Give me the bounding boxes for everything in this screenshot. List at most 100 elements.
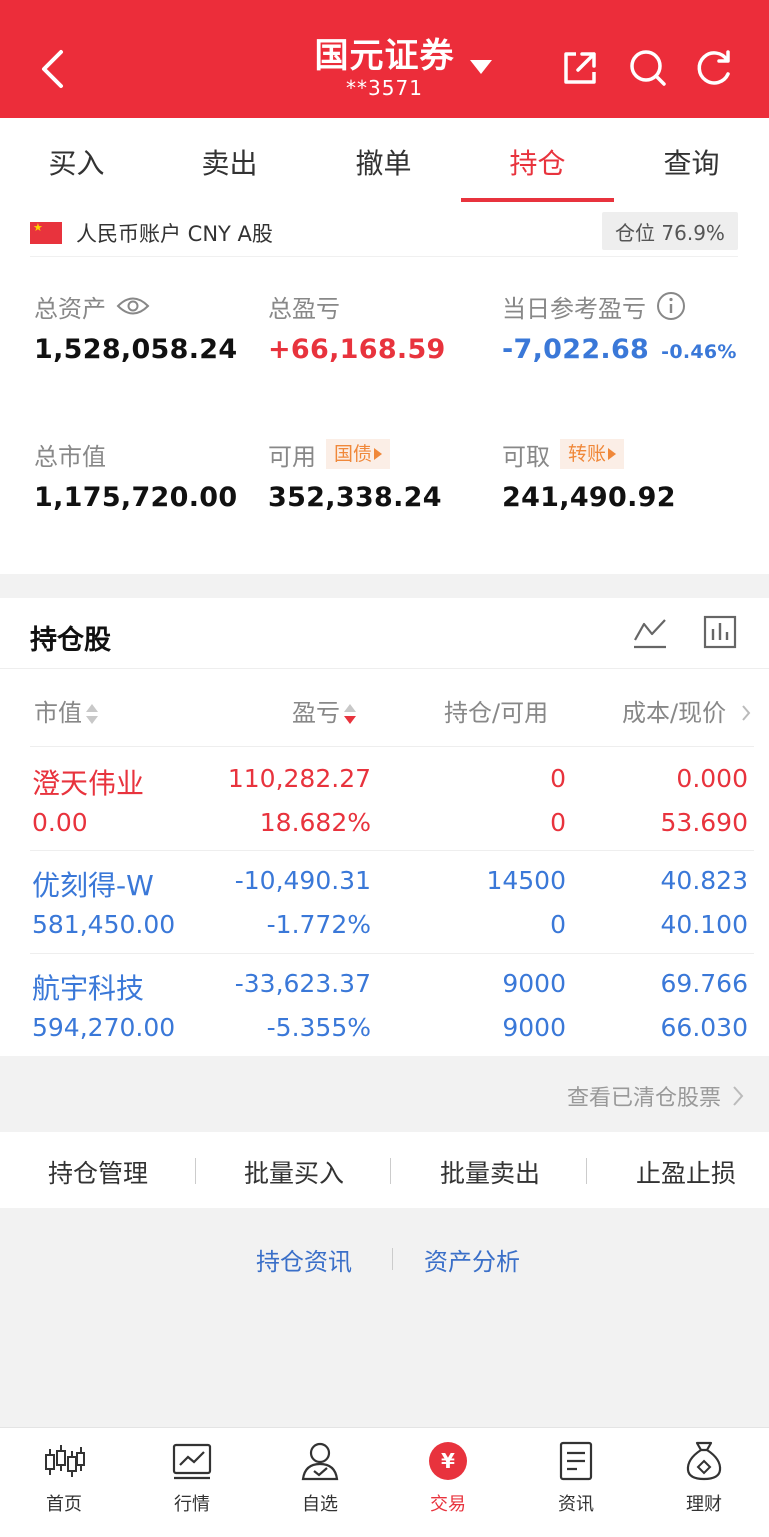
tab-buy[interactable]: 买入: [0, 142, 153, 182]
stock-available: 0: [550, 910, 566, 939]
tabbar-news[interactable]: 资讯: [528, 1438, 624, 1516]
tabbar-market-label: 行情: [174, 1494, 210, 1515]
view-cleared-stocks-link[interactable]: 查看已清仓股票: [567, 1080, 745, 1112]
total-pnl-value: +66,168.59: [268, 334, 446, 365]
take-profit-stop-loss-button[interactable]: 止盈止损: [590, 1154, 769, 1190]
search-icon[interactable]: [628, 48, 668, 88]
stock-price: 53.690: [660, 808, 748, 837]
line-chart-icon[interactable]: [632, 614, 668, 650]
candlestick-icon: [45, 1445, 85, 1477]
tab-positions[interactable]: 持仓: [461, 142, 614, 182]
divider: [392, 1248, 393, 1270]
col-pnl-label: 盈亏: [292, 699, 340, 727]
tabbar-trade[interactable]: ¥ 交易: [400, 1438, 496, 1516]
money-bag-icon: [686, 1441, 722, 1481]
stock-name: 航宇科技: [32, 972, 145, 1005]
stock-pnl-pct: -5.355%: [266, 1013, 371, 1042]
market-value-label: 总市值: [34, 442, 106, 471]
holding-news-link[interactable]: 持仓资讯: [256, 1242, 352, 1277]
transfer-button[interactable]: 转账: [560, 439, 625, 469]
tabbar-watchlist-label: 自选: [302, 1494, 338, 1515]
today-pnl-value: -7,022.68: [502, 334, 650, 365]
divider: [30, 953, 754, 954]
stock-market-value: 0.00: [32, 808, 88, 837]
available-value: 352,338.24: [268, 482, 442, 513]
user-icon: [301, 1442, 339, 1481]
app-header: 国元证券 **3571: [0, 0, 769, 118]
col-position[interactable]: 持仓/可用: [444, 693, 548, 728]
stock-cost: 0.000: [676, 764, 748, 793]
col-cost-price-label: 成本/现价: [622, 699, 727, 727]
col-market-value[interactable]: 市值: [34, 693, 98, 728]
stock-pnl: -33,623.37: [234, 969, 371, 998]
info-icon[interactable]: [656, 291, 686, 321]
stock-cost: 40.823: [660, 866, 748, 895]
market-value-value: 1,175,720.00: [34, 482, 238, 513]
manage-positions-button[interactable]: 持仓管理: [2, 1154, 194, 1190]
stock-price: 40.100: [660, 910, 748, 939]
account-label: 人民币账户 CNY A股: [76, 222, 273, 246]
stock-position: 14500: [486, 866, 566, 895]
stock-cost: 69.766: [660, 969, 748, 998]
total-assets-value: 1,528,058.24: [34, 334, 238, 365]
stock-position: 0: [550, 764, 566, 793]
account-type: 人民币账户 CNY A股: [30, 218, 273, 248]
chevron-right-icon: [741, 705, 751, 721]
tabbar-wealth[interactable]: 理财: [656, 1438, 752, 1516]
stock-price: 66.030: [660, 1013, 748, 1042]
divider: [0, 668, 769, 669]
holdings-section: 持仓股 市值 盈亏 持仓/可用 成本/现价 澄天伟业 0.00 110,282.…: [0, 598, 769, 1056]
stock-name: 优刻得-W: [32, 869, 154, 902]
asset-analysis-link[interactable]: 资产分析: [424, 1242, 520, 1277]
tabbar-watchlist[interactable]: 自选: [272, 1438, 368, 1516]
col-cost-price[interactable]: 成本/现价: [622, 693, 752, 728]
withdrawable-label: 可取: [502, 442, 550, 471]
bottom-links: 持仓资讯 资产分析: [0, 1240, 769, 1280]
holdings-title: 持仓股: [30, 625, 111, 656]
bar-chart-icon[interactable]: [702, 614, 738, 650]
treasury-bond-button[interactable]: 国债: [326, 439, 391, 469]
sort-desc-icon: [344, 702, 356, 726]
batch-buy-button[interactable]: 批量买入: [198, 1154, 390, 1190]
tab-sell[interactable]: 卖出: [153, 142, 306, 182]
chart-icon: [172, 1443, 212, 1480]
stock-pnl: 110,282.27: [227, 764, 371, 793]
total-assets: 总资产 1,528,058.24: [34, 290, 238, 366]
stock-pnl-pct: -1.772%: [266, 910, 371, 939]
yuan-icon: ¥: [429, 1442, 467, 1480]
chevron-right-icon: [733, 1086, 744, 1106]
today-pnl: 当日参考盈亏 -7,022.68 -0.46%: [502, 290, 737, 365]
tabbar-market[interactable]: 行情: [144, 1438, 240, 1516]
active-tab-indicator: [461, 198, 614, 202]
sort-icon: [86, 702, 98, 726]
stock-available: 0: [550, 808, 566, 837]
china-flag-icon: [30, 222, 62, 244]
asset-summary: 人民币账户 CNY A股 仓位 76.9% 总资产 1,528,058.24 总…: [0, 204, 769, 574]
tabbar-trade-label: 交易: [430, 1494, 466, 1515]
total-pnl-label: 总盈亏: [268, 294, 340, 323]
dropdown-caret-icon[interactable]: [470, 60, 492, 74]
total-assets-label: 总资产: [34, 294, 106, 323]
stock-position: 9000: [502, 969, 566, 998]
view-cleared-label: 查看已清仓股票: [566, 1086, 721, 1111]
divider: [30, 256, 738, 257]
holding-actions: 持仓管理 批量买入 批量卖出 止盈止损: [0, 1132, 769, 1208]
divider: [586, 1158, 587, 1184]
share-icon[interactable]: [560, 48, 600, 88]
stock-available: 9000: [502, 1013, 566, 1042]
available-funds: 可用 国债 352,338.24: [268, 438, 442, 513]
tabbar-home[interactable]: 首页: [16, 1438, 112, 1516]
refresh-icon[interactable]: [694, 48, 734, 88]
tabbar-news-label: 资讯: [558, 1494, 594, 1515]
tab-query[interactable]: 查询: [615, 142, 768, 182]
stock-name: 澄天伟业: [32, 767, 145, 800]
divider: [390, 1158, 391, 1184]
stock-pnl: -10,490.31: [234, 866, 371, 895]
stock-pnl-pct: 18.682%: [259, 808, 371, 837]
eye-icon[interactable]: [116, 295, 150, 317]
divider: [195, 1158, 196, 1184]
tab-cancel[interactable]: 撤单: [307, 142, 460, 182]
batch-sell-button[interactable]: 批量卖出: [394, 1154, 586, 1190]
position-ratio-badge: 仓位 76.9%: [602, 212, 738, 250]
col-pnl[interactable]: 盈亏: [292, 693, 356, 728]
